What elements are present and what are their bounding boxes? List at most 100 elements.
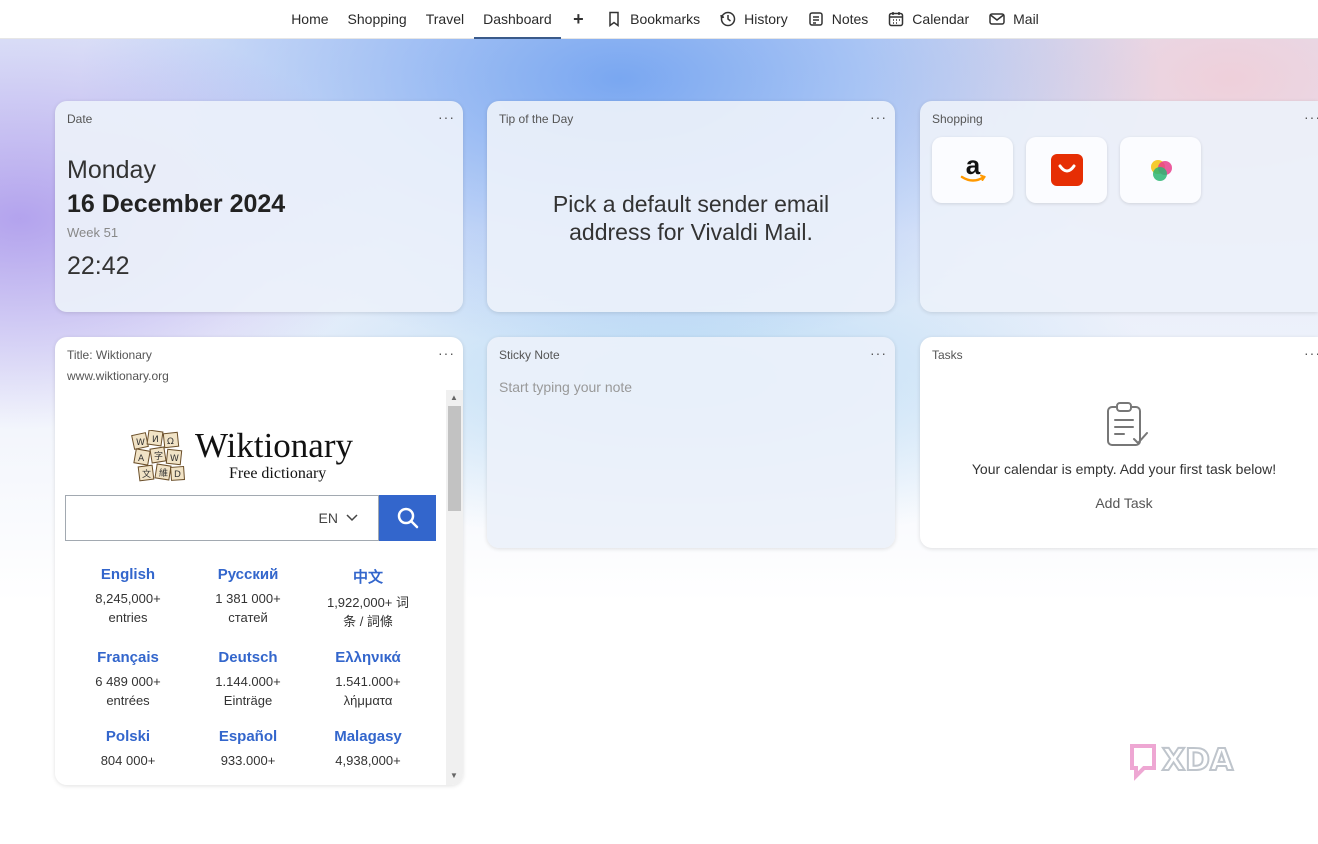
language-link[interactable]: 中文 — [308, 566, 428, 587]
shop-tile-aliexpress[interactable] — [1026, 137, 1107, 203]
count-value: 1.541.000+ — [335, 674, 401, 689]
language-link[interactable]: English — [68, 566, 188, 583]
tab-history-label: History — [744, 11, 788, 27]
tab-bookmarks-label: Bookmarks — [630, 11, 701, 27]
calendar-icon — [889, 12, 904, 27]
language-entry-english: English 8,245,000+ entries — [68, 566, 188, 631]
language-link[interactable]: Français — [68, 649, 188, 666]
count-unit: λήμματα — [343, 693, 393, 708]
history-icon — [720, 11, 736, 27]
shopping-tiles: a — [932, 137, 1201, 203]
language-link[interactable]: Deutsch — [188, 649, 308, 666]
scrollbar-thumb[interactable] — [448, 406, 461, 511]
scroll-up-icon[interactable]: ▲ — [450, 393, 458, 402]
nav-tabs: Home Shopping Travel Dashboard + Bookmar… — [270, 0, 1049, 39]
scroll-down-icon[interactable]: ▼ — [450, 771, 458, 780]
add-tab-button[interactable]: + — [561, 0, 596, 38]
aliexpress-logo-icon — [1050, 154, 1083, 186]
widget-menu-icon[interactable]: ··· — [870, 345, 887, 361]
tab-mail[interactable]: Mail — [979, 0, 1049, 38]
language-count: 6 489 000+ entrées — [68, 672, 188, 710]
bookmark-icon — [609, 11, 619, 27]
language-entry-chinese: 中文 1,922,000+ 词条 / 詞條 — [308, 566, 428, 631]
shop-tile-app[interactable] — [1120, 137, 1201, 203]
wiktionary-subtitle: Free dictionary — [229, 465, 327, 482]
widget-title: Date — [67, 112, 93, 126]
add-task-button[interactable]: Add Task — [920, 495, 1318, 511]
language-count: 1 381 000+ статей — [188, 589, 308, 627]
svg-text:XDA: XDA — [1162, 743, 1234, 778]
language-entry-french: Français 6 489 000+ entrées — [68, 649, 188, 710]
tab-bookmarks[interactable]: Bookmarks — [596, 0, 710, 38]
language-count: 804 000+ — [68, 751, 188, 770]
widget-menu-icon[interactable]: ··· — [438, 345, 455, 361]
tab-dashboard[interactable]: Dashboard — [473, 0, 562, 39]
language-count: 1.144.000+ Einträge — [188, 672, 308, 710]
widget-title: Shopping — [932, 112, 983, 126]
date-day: Monday — [67, 156, 156, 184]
add-icon: + — [573, 8, 584, 29]
tab-notes[interactable]: Notes — [797, 0, 878, 38]
widget-menu-icon[interactable]: ··· — [1304, 109, 1318, 125]
tab-home-label: Home — [291, 11, 329, 27]
widget-menu-icon[interactable]: ··· — [870, 109, 887, 125]
svg-text:字: 字 — [154, 450, 163, 462]
language-link[interactable]: Ελληνικά — [308, 649, 428, 666]
language-entry-german: Deutsch 1.144.000+ Einträge — [188, 649, 308, 710]
widget-title: Tip of the Day — [499, 112, 574, 126]
tab-dashboard-label: Dashboard — [483, 11, 552, 27]
language-entry-russian: Русский 1 381 000+ статей — [188, 566, 308, 631]
tab-home[interactable]: Home — [282, 0, 338, 38]
widget-menu-icon[interactable]: ··· — [438, 109, 455, 125]
language-count: 8,245,000+ entries — [68, 589, 188, 627]
count-unit: 条 / 詞條 — [343, 614, 393, 629]
date-time: 22:42 — [67, 252, 130, 280]
widget-title: Sticky Note — [499, 348, 560, 362]
widget-title: Title: Wiktionary — [67, 348, 152, 362]
tab-travel[interactable]: Travel — [416, 0, 473, 38]
language-select[interactable]: EN — [319, 510, 358, 526]
tab-mail-label: Mail — [1013, 11, 1039, 27]
language-entry-spanish: Español 933.000+ — [188, 728, 308, 770]
tab-shopping[interactable]: Shopping — [338, 0, 416, 38]
count-unit: статей — [228, 610, 268, 625]
widget-menu-icon[interactable]: ··· — [1304, 345, 1318, 361]
language-count: 4,938,000+ — [308, 751, 428, 770]
count-value: 4,938,000+ — [335, 753, 401, 768]
svg-text:W: W — [170, 454, 179, 464]
language-link[interactable]: Malagasy — [308, 728, 428, 745]
wiktionary-search-button[interactable] — [379, 495, 436, 541]
web-panel-url: www.wiktionary.org — [67, 369, 169, 383]
date-week: Week 51 — [67, 225, 119, 240]
xda-watermark-logo: XDA — [1130, 742, 1235, 781]
top-navigation-bar: Home Shopping Travel Dashboard + Bookmar… — [0, 0, 1318, 39]
tab-history[interactable]: History — [710, 0, 798, 38]
wiktionary-search-input[interactable]: EN — [65, 495, 379, 541]
shop-tile-amazon[interactable]: a — [932, 137, 1013, 203]
language-link[interactable]: Русский — [188, 566, 308, 583]
web-panel-scrollbar[interactable]: ▲ ▼ — [446, 390, 463, 785]
language-link[interactable]: Polski — [68, 728, 188, 745]
language-entry-polish: Polski 804 000+ — [68, 728, 188, 770]
wiktionary-title: Wiktionary — [195, 426, 353, 465]
web-panel-frame: WИΩ A字W 文維D Wiktionary Free dictionary E… — [55, 390, 463, 785]
tab-calendar-label: Calendar — [912, 11, 970, 27]
sticky-note-input[interactable]: Start typing your note — [499, 379, 632, 395]
date-full: 16 December 2024 — [67, 190, 286, 218]
count-unit: Einträge — [223, 693, 273, 708]
search-icon — [397, 507, 418, 529]
web-panel-widget: Title: Wiktionary ··· www.wiktionary.org… — [55, 337, 463, 785]
count-value: 8,245,000+ — [95, 591, 161, 606]
svg-text:W: W — [136, 438, 145, 448]
svg-text:D: D — [174, 470, 181, 480]
tasks-empty-message: Your calendar is empty. Add your first t… — [971, 461, 1277, 477]
date-widget: Date ··· Monday 16 December 2024 Week 51… — [55, 101, 463, 312]
count-value: 1,922,000+ 词 — [326, 595, 410, 610]
svg-text:維: 維 — [159, 467, 168, 479]
language-count: 933.000+ — [188, 751, 308, 770]
svg-text:Ω: Ω — [167, 437, 174, 447]
wiktionary-languages: English 8,245,000+ entries Русский 1 381 … — [68, 566, 428, 770]
tab-calendar[interactable]: Calendar — [878, 0, 979, 38]
language-link[interactable]: Español — [188, 728, 308, 745]
notes-icon — [808, 12, 823, 26]
